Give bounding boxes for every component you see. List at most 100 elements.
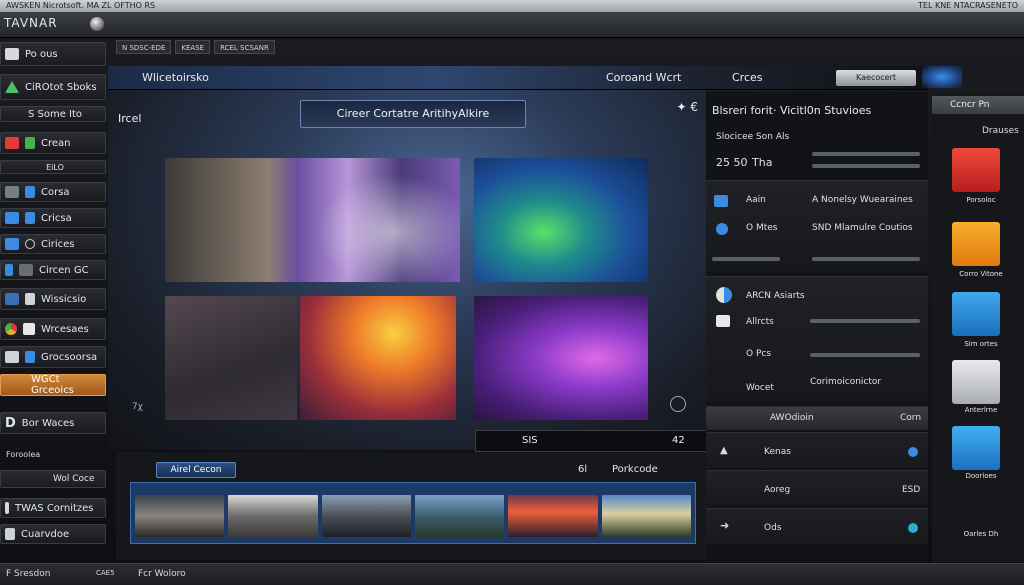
chart-icon [5,212,19,224]
sidebar-item-cirices[interactable]: Cirices [0,234,106,254]
title-left: AWSKEN Nicrotsoft. MA ZL OFTHO RS [6,1,156,10]
tile-3[interactable] [165,296,297,420]
launcher-header[interactable]: Ccncr Pn [932,96,1024,114]
row-slider-2[interactable] [812,257,920,261]
tool-button-3[interactable]: RCEL SCSANR [214,40,275,54]
stage-corner-icons[interactable]: ✦ € [676,100,698,114]
row-slider[interactable] [810,353,920,357]
square-icon [5,528,15,540]
list-item[interactable]: ➜ Ods [706,508,928,544]
sidebar-item-cuarvdoe[interactable]: Cuarvdoe [0,524,106,544]
timeline-left-label: 6l [578,464,588,475]
timeline-tab[interactable]: Airel Cecon [156,462,236,478]
sidebar-item-po-ous[interactable]: Po ous [0,42,106,66]
row-label: Aain [746,195,766,205]
window-icon[interactable] [952,426,1000,470]
film-frame[interactable] [601,495,691,537]
size-slider-2[interactable] [812,164,920,168]
sidebar-item-wrcesaes[interactable]: Wrcesaes [0,318,106,340]
status-dot-icon [908,447,918,457]
search-field[interactable]: Cireer Cortatre AritihyAlkire [300,100,526,128]
sidebar-item-cricsa[interactable]: Cricsa [0,208,106,228]
sidebar-item-label: Wissicsio [41,293,87,305]
sidebar-item-twas[interactable]: TWAS Cornitzes [0,498,106,518]
film-frame[interactable] [321,495,411,537]
sidebar-item-label: Wol Coce [53,474,95,484]
row-value: SND Mlamulre Coutios [812,223,913,233]
play-icon: ▲ [720,445,728,456]
edit-icon[interactable] [952,222,1000,266]
film-frame[interactable] [135,495,225,537]
launcher-sub: Drauses [982,126,1019,136]
tile-4[interactable] [300,296,456,420]
timeline: Airel Cecon 6l Porkcode [116,452,708,560]
bar-icon [5,502,9,514]
timeline-control[interactable]: SIS 42 [475,430,707,452]
status-mid: Fcr Woloro [138,569,186,579]
size-value: 25 50 [716,156,748,169]
row-value: Corimoiconictor [810,377,882,387]
list-item[interactable]: Aoreg ESD [706,470,928,506]
row-label: O Mtes [746,223,778,233]
sidebar-item-label: Wrcesaes [41,323,89,335]
film-frame[interactable] [228,495,318,537]
check-icon[interactable] [952,292,1000,336]
tile-5[interactable] [474,296,648,420]
app-window: AWSKEN Nicrotsoft. MA ZL OFTHO RS TEL KN… [0,0,1024,585]
timeline-value: SIS [522,435,538,446]
d-icon: D [5,415,16,431]
size-slider[interactable] [812,152,920,156]
orb-icon[interactable] [90,17,104,31]
sidebar-item-label: TWAS Cornitzes [15,502,94,514]
sidebar-item-corsa[interactable]: Corsa [0,182,106,202]
letter-j-icon[interactable] [952,148,1000,192]
tool-button-2[interactable]: KEASE [175,40,211,54]
doc-icon [25,351,35,363]
properties-panel: Blsreri forit· Vicitl0n Stuvioes Slocice… [706,92,928,562]
sidebar-item-some[interactable]: S Some Ito [0,106,106,122]
window-icon [25,293,35,305]
sidebar-item-label: Corsa [41,186,70,198]
bar-icon[interactable] [952,360,1000,404]
stage-bottom-label: 7χ [132,402,143,412]
tile-2[interactable] [474,158,648,282]
sidebar-item-wissicsio[interactable]: Wissicsio [0,288,106,310]
header-pill-button[interactable]: Kaecocert [836,70,916,86]
row-slider[interactable] [810,319,920,323]
sidebar-item-crean[interactable]: Crean [0,132,106,154]
timeline-value-2: 42 [672,435,685,446]
sidebar-item-label: Cirices [41,238,75,250]
row-value: A Nonelsy Wuearaines [812,195,913,205]
tool-button-1[interactable]: N SDSC-EDE [116,40,172,54]
sidebar-item-eilo[interactable]: EiLO [0,160,106,174]
row-slider[interactable] [712,257,780,261]
list-item[interactable]: ▲ Kenas [706,432,928,468]
circle-icon[interactable] [670,396,686,412]
sidebar-item-wol-coce[interactable]: Wol Coce [0,470,106,488]
app-label: Corro Vitone [959,270,1003,278]
triangle-logo-icon [5,81,19,93]
panel-title: Blsreri forit· Vicitl0n Stuvioes [712,104,872,117]
sidebar-item-label: CiROtot Sboks [25,81,97,93]
app-title: TAVNAR [4,16,58,30]
grid-icon [19,264,33,276]
section-title: AWOdioin [770,413,814,423]
sidebar-item-sboks[interactable]: CiROtot Sboks [0,74,106,100]
sidebar-item-wgct-selected[interactable]: WGCt Grceoics [0,374,106,396]
tile-1[interactable] [165,158,460,282]
sidebar-item-grocsoorsa[interactable]: Grocsoorsa [0,346,106,368]
sidebar-item-label: S Some Ito [27,108,83,120]
viewer-header: Wlicetoirsko Coroand Wcrt Crces Kaecocer… [108,66,962,90]
filmstrip [130,482,696,544]
folder-icon [25,186,35,198]
launcher-bottom: Oarles Dh [963,530,999,538]
section-header[interactable]: AWOdioin Corn [706,406,928,430]
stage-label: Ircel [118,112,142,125]
film-frame[interactable] [508,495,598,537]
window-icon [25,212,35,224]
sidebar-item-bor-waces[interactable]: D Bor Waces [0,412,106,434]
status-dot-icon [908,523,918,533]
toolstrip: N SDSC-EDE KEASE RCEL SCSANR [116,38,446,56]
sidebar-item-circen[interactable]: Circen GC [0,260,106,280]
film-frame[interactable] [414,495,505,537]
